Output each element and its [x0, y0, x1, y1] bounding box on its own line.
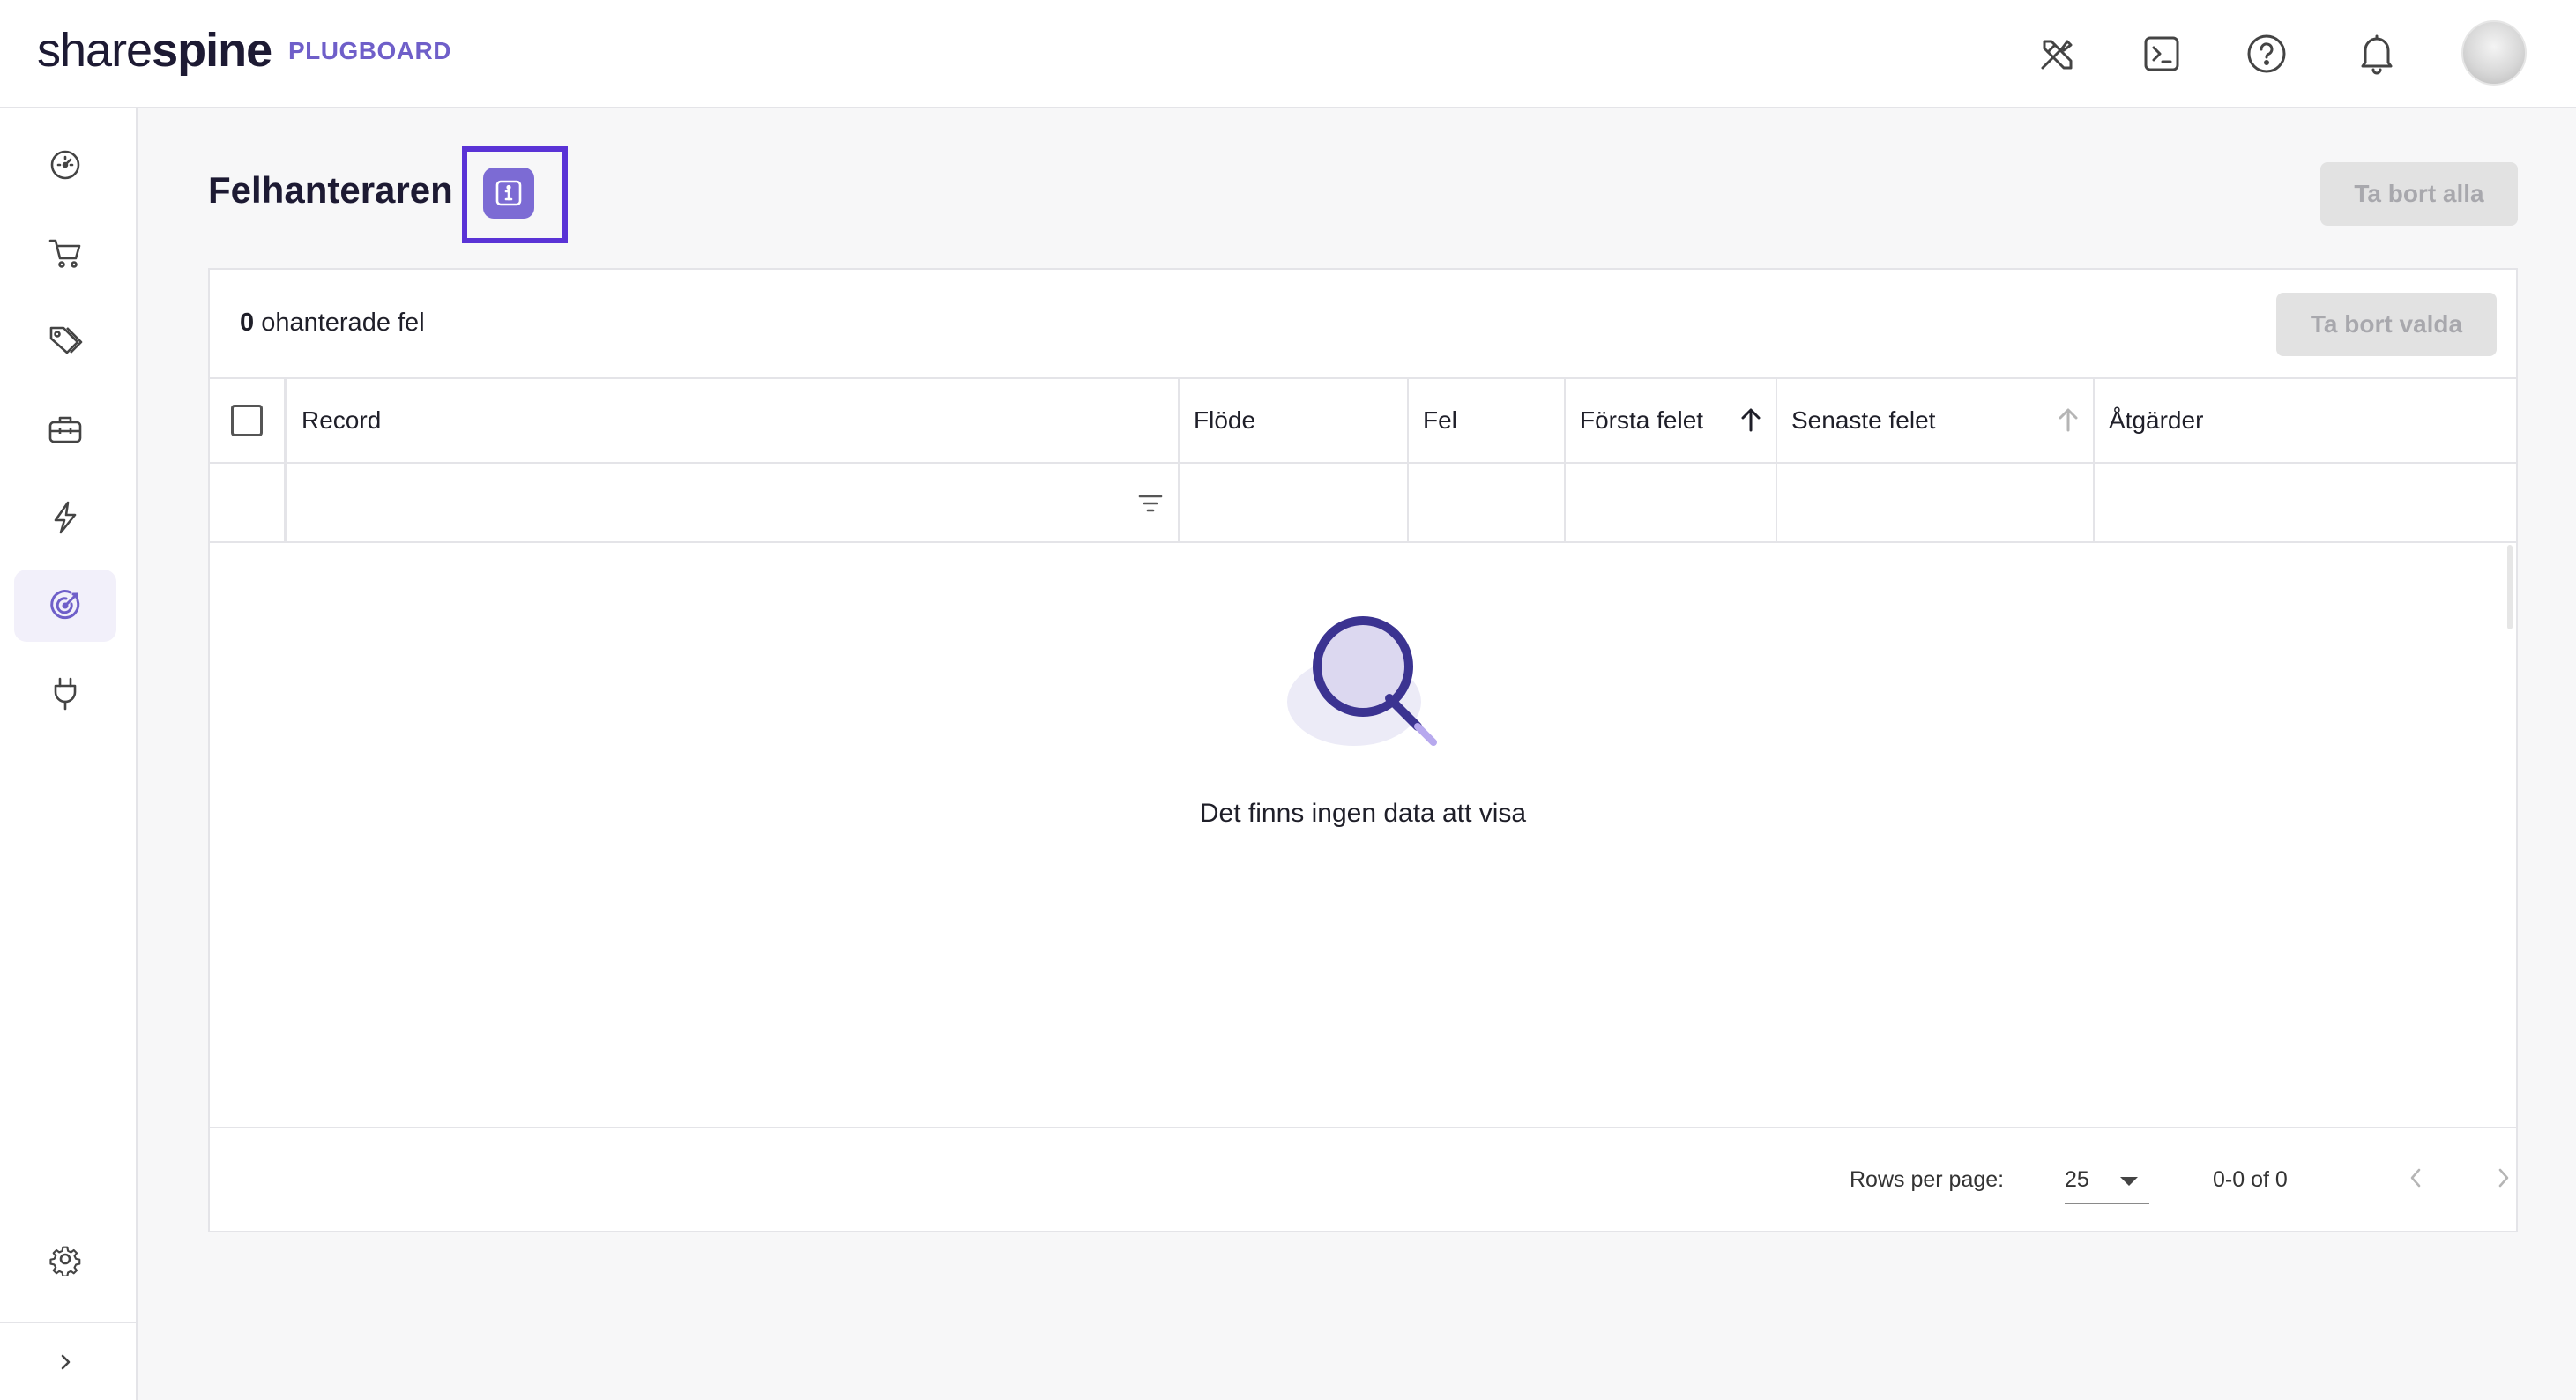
chevron-right-icon — [61, 1354, 71, 1370]
filter-cell-error — [1407, 464, 1564, 541]
sidebar-item-cart[interactable] — [14, 217, 116, 289]
column-header-first-error[interactable]: Första felet — [1564, 379, 1776, 462]
filter-cell-first-error — [1564, 464, 1776, 541]
sidebar-item-tags[interactable] — [14, 305, 116, 377]
avatar[interactable] — [2461, 20, 2527, 86]
terminal-icon[interactable] — [2134, 26, 2189, 81]
sidebar-item-flows[interactable] — [14, 481, 116, 554]
column-header-actions: Åtgärder — [2093, 379, 2516, 462]
column-header-record[interactable]: Record — [284, 379, 1178, 462]
rows-per-page-label: Rows per page: — [1850, 1167, 2005, 1192]
table-footer: Rows per page: 25 0-0 of 0 — [210, 1127, 2516, 1231]
rows-per-page-select[interactable]: 25 — [2065, 1153, 2149, 1204]
chevron-left-icon — [2410, 1168, 2421, 1188]
unhandled-count-label: ohanterade fel — [261, 309, 425, 337]
toolbox-icon — [48, 416, 82, 443]
delete-selected-button[interactable]: Ta bort valda — [2276, 293, 2497, 356]
filter-cell-record[interactable] — [284, 464, 1178, 541]
column-header-flow[interactable]: Flöde — [1178, 379, 1407, 462]
rows-per-page-value: 25 — [2065, 1167, 2089, 1192]
unhandled-count-value: 0 — [240, 309, 255, 337]
top-bar: sharespine PLUGBOARD — [0, 0, 2576, 108]
product-name: PLUGBOARD — [288, 37, 451, 64]
sort-arrow-up-icon[interactable] — [1738, 406, 1763, 434]
help-icon[interactable] — [2239, 26, 2294, 81]
error-table-card: 0 ohanterade fel Ta bort valda Record Fl… — [208, 268, 2518, 1232]
sidebar-item-plugins[interactable] — [14, 658, 116, 730]
gear-icon — [49, 1246, 81, 1276]
chevron-right-icon — [2498, 1168, 2509, 1188]
sidebar-item-error-handler[interactable] — [14, 570, 116, 642]
column-header-latest-error[interactable]: Senaste felet — [1776, 379, 2093, 462]
filter-cell — [210, 464, 284, 541]
page-range: 0-0 of 0 — [2213, 1167, 2288, 1192]
filter-cell-flow — [1178, 464, 1407, 541]
sidebar — [0, 108, 138, 1400]
next-page-button[interactable] — [2484, 1158, 2523, 1197]
select-all-cell — [210, 379, 284, 462]
sidebar-expand-button[interactable] — [14, 1336, 116, 1389]
page-title: Felhanteraren — [208, 169, 453, 211]
lightning-icon — [54, 501, 77, 534]
empty-state-text: Det finns ingen data att visa — [1199, 799, 1527, 828]
filter-row — [210, 464, 2516, 543]
empty-search-illustration — [1287, 616, 1437, 746]
dropdown-arrow-icon — [2120, 1177, 2138, 1186]
sidebar-item-toolbox[interactable] — [14, 393, 116, 465]
cart-icon — [48, 239, 81, 268]
sidebar-item-dashboard[interactable] — [14, 129, 116, 201]
sort-arrow-up-icon[interactable] — [2056, 406, 2081, 434]
select-all-checkbox[interactable] — [231, 405, 263, 436]
previous-page-button[interactable] — [2396, 1158, 2435, 1197]
sidebar-divider — [0, 1322, 138, 1323]
tags-icon — [49, 326, 83, 354]
logo[interactable]: sharespine — [37, 23, 272, 78]
filter-icon[interactable] — [1137, 492, 1164, 515]
plug-icon — [54, 677, 77, 711]
filter-cell-actions — [2093, 464, 2516, 541]
sidebar-item-settings[interactable] — [14, 1223, 116, 1295]
info-icon — [495, 180, 522, 206]
bell-icon[interactable] — [2349, 26, 2404, 81]
column-header-error[interactable]: Fel — [1407, 379, 1564, 462]
table-header: Record Flöde Fel Första felet Senaste fe… — [210, 377, 2516, 464]
scrollbar[interactable] — [2507, 545, 2513, 629]
target-icon — [50, 590, 80, 620]
filter-cell-latest-error — [1776, 464, 2093, 541]
dashboard-icon — [50, 150, 80, 180]
info-button[interactable] — [483, 168, 534, 219]
delete-all-button[interactable]: Ta bort alla — [2320, 162, 2518, 226]
design-tools-icon[interactable] — [2029, 26, 2084, 81]
unhandled-count: 0 ohanterade fel — [240, 309, 425, 338]
